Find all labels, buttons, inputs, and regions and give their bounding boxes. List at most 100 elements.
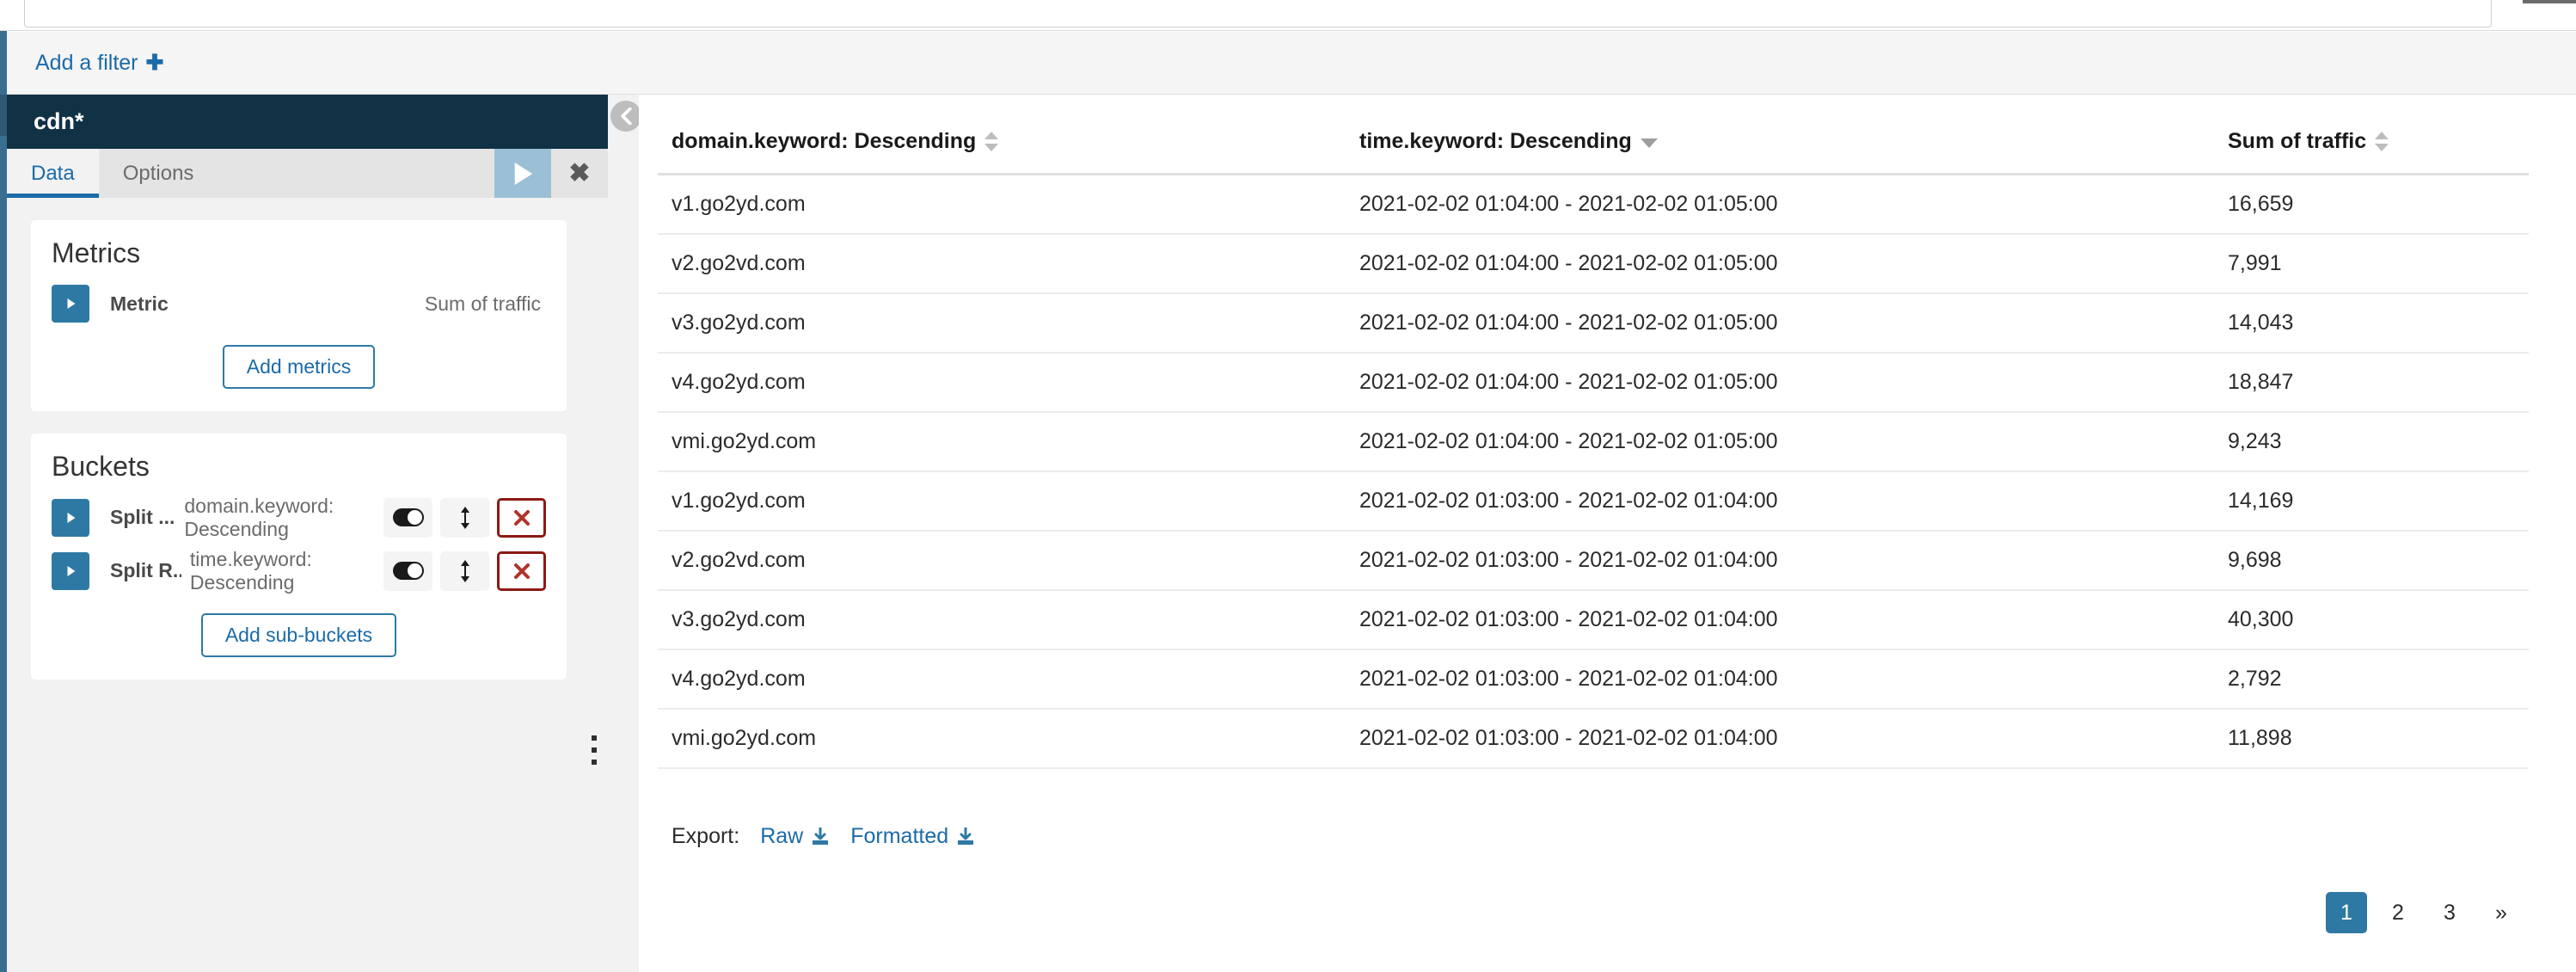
cell-domain: v3.go2yd.com bbox=[658, 293, 1346, 354]
cell-time: 2021-02-02 01:03:00 - 2021-02-02 01:04:0… bbox=[1346, 709, 2214, 769]
page-button-1[interactable]: 1 bbox=[2326, 892, 2367, 933]
column-header-domain-label: domain.keyword: Descending bbox=[672, 129, 977, 153]
apply-changes-button[interactable] bbox=[494, 149, 551, 198]
grip-dot bbox=[592, 735, 597, 741]
index-pattern-label: cdn* bbox=[34, 108, 84, 134]
table-row: v4.go2yd.com 2021-02-02 01:04:00 - 2021-0… bbox=[658, 353, 2529, 413]
add-metrics-button[interactable]: Add metrics bbox=[222, 345, 376, 389]
column-header-time[interactable]: time.keyword: Descending bbox=[1346, 114, 2214, 175]
cell-domain: v4.go2yd.com bbox=[658, 353, 1346, 413]
page-button-3[interactable]: 3 bbox=[2429, 892, 2470, 933]
cell-traffic: 9,698 bbox=[2214, 531, 2529, 591]
add-filter-label: Add a filter bbox=[35, 50, 138, 75]
add-sub-buckets-wrap: Add sub-buckets bbox=[52, 612, 546, 657]
cell-domain: v2.go2vd.com bbox=[658, 234, 1346, 294]
export-row: Export: Raw Formatted bbox=[672, 824, 2529, 849]
data-table-body: v1.go2yd.com 2021-02-02 01:04:00 - 2021-0… bbox=[658, 174, 2529, 769]
bucket-1-enable-toggle[interactable] bbox=[383, 497, 432, 538]
discard-changes-button[interactable]: ✖ bbox=[551, 149, 608, 198]
bucket-2-expand-button[interactable] bbox=[52, 551, 89, 590]
query-submit-button[interactable] bbox=[2523, 0, 2576, 3]
bucket-1-value: domain.keyword: Descending bbox=[184, 495, 334, 540]
table-row: v4.go2yd.com 2021-02-02 01:03:00 - 2021-0… bbox=[658, 649, 2529, 710]
bucket-1-remove-button[interactable] bbox=[497, 497, 546, 538]
cell-traffic: 16,659 bbox=[2214, 174, 2529, 235]
metric-agg-row[interactable]: Metric Sum of traffic bbox=[52, 281, 546, 326]
app-left-rail-active-marker bbox=[0, 95, 7, 136]
tab-options[interactable]: Options bbox=[99, 149, 218, 198]
cell-traffic: 14,169 bbox=[2214, 471, 2529, 532]
splitter-grip-handle[interactable] bbox=[592, 735, 597, 765]
bucket-2-value: time.keyword: Descending bbox=[189, 547, 312, 594]
table-row: v1.go2yd.com 2021-02-02 01:04:00 - 2021-0… bbox=[658, 174, 2529, 235]
export-raw-label: Raw bbox=[760, 824, 804, 848]
bucket-2-move-button[interactable] bbox=[440, 551, 489, 591]
metric-expand-button[interactable] bbox=[52, 285, 89, 323]
editor-tab-actions: ✖ bbox=[494, 149, 608, 198]
column-header-traffic[interactable]: Sum of traffic bbox=[2214, 114, 2529, 175]
tab-data[interactable]: Data bbox=[7, 149, 99, 198]
grip-dot bbox=[592, 760, 597, 765]
table-header-row: domain.keyword: Descending time.keyword:… bbox=[658, 114, 2529, 175]
column-header-domain[interactable]: domain.keyword: Descending bbox=[658, 114, 1346, 175]
bucket-1-controls bbox=[383, 497, 546, 538]
tab-options-label: Options bbox=[122, 161, 194, 185]
play-icon bbox=[514, 162, 533, 185]
export-formatted-link[interactable]: Formatted bbox=[850, 824, 975, 849]
cell-time: 2021-02-02 01:03:00 - 2021-02-02 01:04:0… bbox=[1346, 649, 2214, 710]
query-bar bbox=[0, 0, 2576, 31]
collapse-sidebar-button[interactable] bbox=[610, 101, 641, 132]
data-table-head: domain.keyword: Descending time.keyword:… bbox=[658, 114, 2529, 175]
bucket-agg-row[interactable]: Split R... time.keyword: Descending bbox=[52, 548, 546, 594]
cell-traffic: 7,991 bbox=[2214, 234, 2529, 294]
table-row: v1.go2yd.com 2021-02-02 01:03:00 - 2021-0… bbox=[658, 471, 2529, 532]
sidebar-splitter[interactable] bbox=[608, 95, 639, 972]
bucket-1-expand-button[interactable] bbox=[52, 498, 89, 537]
add-sub-buckets-button[interactable]: Add sub-buckets bbox=[200, 612, 397, 657]
export-formatted-label: Formatted bbox=[850, 824, 949, 848]
page-button-2[interactable]: 2 bbox=[2377, 892, 2419, 933]
bucket-agg-row[interactable]: Split ... domain.keyword: Descending bbox=[52, 495, 546, 541]
cell-domain: v1.go2yd.com bbox=[658, 471, 1346, 532]
close-icon bbox=[513, 563, 530, 579]
bucket-2-remove-button[interactable] bbox=[497, 551, 546, 591]
chevron-left-icon bbox=[620, 108, 632, 125]
sort-desc-arrow-icon bbox=[2375, 144, 2389, 151]
download-icon bbox=[813, 827, 829, 845]
move-updown-icon bbox=[460, 559, 469, 582]
cell-time: 2021-02-02 01:03:00 - 2021-02-02 01:04:0… bbox=[1346, 590, 2214, 650]
bucket-2-enable-toggle[interactable] bbox=[383, 551, 432, 591]
buckets-panel: Buckets Split ... domain.keyword: Descen… bbox=[31, 434, 567, 680]
query-input[interactable] bbox=[24, 0, 2492, 28]
plus-icon: ✚ bbox=[145, 50, 164, 75]
sort-none-icon bbox=[2375, 132, 2389, 151]
table-row: vmi.go2yd.com 2021-02-02 01:04:00 - 2021-… bbox=[658, 412, 2529, 472]
table-row: v3.go2yd.com 2021-02-02 01:04:00 - 2021-0… bbox=[658, 293, 2529, 354]
chevron-right-icon bbox=[67, 298, 75, 309]
sort-none-icon bbox=[984, 132, 999, 151]
cell-time: 2021-02-02 01:04:00 - 2021-02-02 01:05:0… bbox=[1346, 174, 2214, 235]
add-filter-button[interactable]: Add a filter ✚ bbox=[35, 51, 163, 76]
sort-desc-arrow-icon bbox=[984, 144, 999, 151]
index-pattern-title: cdn* bbox=[7, 95, 608, 149]
cell-traffic: 11,898 bbox=[2214, 709, 2529, 769]
metrics-panel-title: Metrics bbox=[52, 237, 141, 268]
cell-time: 2021-02-02 01:04:00 - 2021-02-02 01:05:0… bbox=[1346, 293, 2214, 354]
bucket-1-move-button[interactable] bbox=[440, 497, 489, 538]
table-row: vmi.go2yd.com 2021-02-02 01:03:00 - 2021-… bbox=[658, 709, 2529, 769]
visualization-editor-sidebar: cdn* Data Options ✖ Metrics Metric Sum o… bbox=[7, 95, 608, 972]
export-label: Export: bbox=[672, 824, 740, 848]
editor-tabs: Data Options ✖ bbox=[7, 149, 608, 198]
sort-desc-icon bbox=[1640, 129, 1658, 154]
sort-asc-arrow-icon bbox=[2375, 132, 2389, 139]
sort-asc-arrow-icon bbox=[984, 132, 999, 139]
tab-data-label: Data bbox=[31, 161, 75, 185]
next-page-button[interactable]: » bbox=[2481, 892, 2522, 933]
export-raw-link[interactable]: Raw bbox=[760, 824, 830, 849]
buckets-panel-title: Buckets bbox=[52, 451, 150, 482]
close-icon bbox=[513, 509, 530, 526]
grip-dot bbox=[592, 747, 597, 753]
table-row: v3.go2yd.com 2021-02-02 01:03:00 - 2021-0… bbox=[658, 590, 2529, 650]
visualization-data-table-area: domain.keyword: Descending time.keyword:… bbox=[639, 95, 2576, 972]
close-icon: ✖ bbox=[568, 159, 591, 188]
